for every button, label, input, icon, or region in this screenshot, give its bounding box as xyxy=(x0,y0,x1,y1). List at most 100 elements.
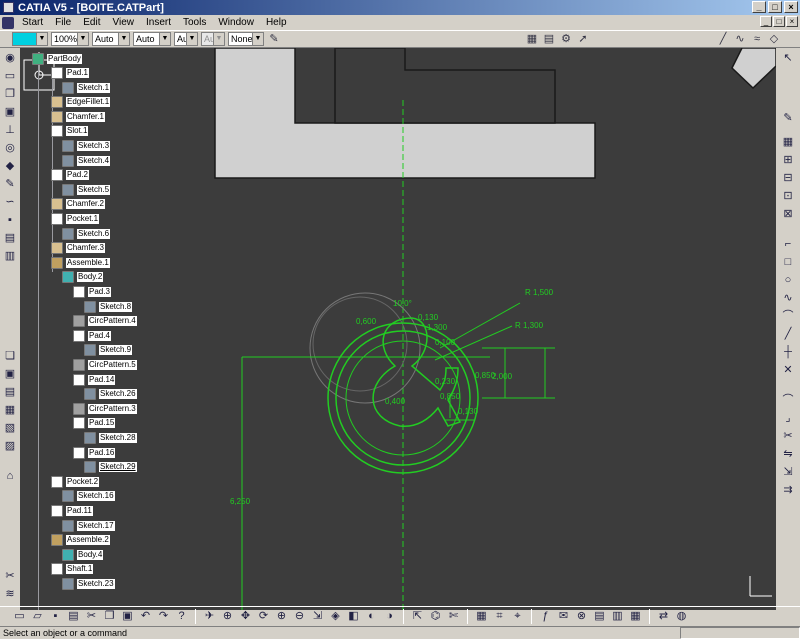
print-icon[interactable]: ▤ xyxy=(2,230,18,246)
cube-icon[interactable]: ◆ xyxy=(2,158,18,174)
tree-item[interactable]: Pad.4 xyxy=(73,329,111,343)
swap-space-icon[interactable]: ◑ xyxy=(382,609,397,624)
wave-tool-icon[interactable]: ≈ xyxy=(750,32,764,46)
tree-item[interactable]: Sketch.1 xyxy=(62,81,111,95)
menu-insert[interactable]: Insert xyxy=(140,17,177,28)
tree-item[interactable]: Pad.11 xyxy=(51,504,93,518)
tree-item[interactable]: Pocket.1 xyxy=(51,212,100,226)
constraint-icon[interactable]: ⊡ xyxy=(780,188,796,204)
calculator-icon[interactable]: ▨ xyxy=(2,438,18,454)
tree-item[interactable]: Pad.15 xyxy=(73,416,116,430)
construction-icon[interactable]: ⊟ xyxy=(780,170,796,186)
dim-d12[interactable]: 0,850 xyxy=(440,392,461,401)
iso-view-icon[interactable]: ◈ xyxy=(328,609,343,624)
maximize-button[interactable]: □ xyxy=(768,1,782,13)
linetype-combo[interactable]: Auto ▼ xyxy=(92,32,130,46)
table-tool-icon[interactable]: ▤ xyxy=(2,384,18,400)
tree-item[interactable]: Sketch.16 xyxy=(62,489,115,503)
axis-line-icon[interactable]: ┼ xyxy=(780,344,796,360)
dim-d9[interactable]: 0,100 xyxy=(435,338,456,347)
tree-item[interactable]: Chamfer.3 xyxy=(51,241,105,255)
grid-icon[interactable]: ▦ xyxy=(525,32,539,46)
compass-tool-icon[interactable]: ⇄ xyxy=(656,609,671,624)
arrow-tool-icon[interactable]: ➚ xyxy=(576,32,590,46)
copy-tool-icon[interactable]: ❏ xyxy=(2,348,18,364)
fly-mode-icon[interactable]: ✈ xyxy=(202,609,217,624)
line-tool-icon[interactable]: ╱ xyxy=(716,32,730,46)
offset-icon[interactable]: ⇉ xyxy=(780,482,796,498)
curve-tool-icon[interactable]: ∿ xyxy=(733,32,747,46)
tree-item[interactable]: Sketch.3 xyxy=(62,139,111,153)
pan-icon[interactable]: ✥ xyxy=(238,609,253,624)
tree-item[interactable]: Shaft.1 xyxy=(51,562,94,576)
print-file-icon[interactable]: ▤ xyxy=(66,609,81,624)
sketch-tools-icon[interactable]: ⚙ xyxy=(559,32,573,46)
formula-icon[interactable]: ƒ xyxy=(538,609,553,624)
zoom-in-icon[interactable]: ⊕ xyxy=(274,609,289,624)
dim-d3[interactable]: 6,250 xyxy=(230,497,251,506)
tree-item[interactable]: EdgeFillet.1 xyxy=(51,95,111,109)
comment-icon[interactable]: ✉ xyxy=(556,609,571,624)
rule-icon[interactable]: ⊗ xyxy=(574,609,589,624)
paint-brush-icon[interactable]: ✎ xyxy=(267,32,281,46)
library-icon[interactable]: ▥ xyxy=(2,248,18,264)
zoom-combo[interactable]: 100% ▼ xyxy=(51,32,89,46)
rotate-icon[interactable]: ⟳ xyxy=(256,609,271,624)
eraser-icon[interactable]: ◇ xyxy=(767,32,781,46)
pen-icon[interactable]: ✎ xyxy=(2,176,18,192)
menu-help[interactable]: Help xyxy=(260,17,293,28)
hide-show-icon[interactable]: ◐ xyxy=(364,609,379,624)
project-icon[interactable]: ⇲ xyxy=(780,464,796,480)
tree-item[interactable]: Pad.16 xyxy=(73,446,116,460)
pencil-icon[interactable]: ✎ xyxy=(780,110,796,126)
measure-icon[interactable]: ▭ xyxy=(2,68,18,84)
undo-icon[interactable]: ↶ xyxy=(138,609,153,624)
construction-element-icon[interactable]: ▦ xyxy=(474,609,489,624)
menu-file[interactable]: File xyxy=(49,17,77,28)
cut-icon[interactable]: ✂ xyxy=(84,609,99,624)
tree-item[interactable]: CircPattern.4 xyxy=(73,314,137,328)
profile-icon[interactable]: ⌐ xyxy=(780,236,796,252)
tree-item[interactable]: CircPattern.5 xyxy=(73,358,137,372)
copy-icon[interactable]: ❐ xyxy=(2,86,18,102)
design-table-icon[interactable]: ▥ xyxy=(610,609,625,624)
tree-item[interactable]: Sketch.4 xyxy=(62,154,111,168)
new-file-icon[interactable]: ▭ xyxy=(12,609,27,624)
spline-icon[interactable]: ∿ xyxy=(780,290,796,306)
minimize-button[interactable]: _ xyxy=(752,1,766,13)
tree-item[interactable]: Sketch.9 xyxy=(84,343,133,357)
folder-icon[interactable]: ▧ xyxy=(2,420,18,436)
hole-icon[interactable]: ◎ xyxy=(2,140,18,156)
mouse-icon[interactable]: ◍ xyxy=(674,609,689,624)
cut-part-icon[interactable]: ✄ xyxy=(446,609,461,624)
shading-icon[interactable]: ◧ xyxy=(346,609,361,624)
tree-item[interactable]: Body.4 xyxy=(62,548,104,562)
trim-icon[interactable]: ✂ xyxy=(780,428,796,444)
tree-item[interactable]: Body.2 xyxy=(62,270,104,284)
menu-start[interactable]: Start xyxy=(16,17,49,28)
dim-d7[interactable]: 0,600 xyxy=(356,317,377,326)
report-icon[interactable]: ▦ xyxy=(2,402,18,418)
dim-r-inner[interactable]: R 1,300 xyxy=(515,321,544,330)
chamfer-tool-icon[interactable]: ⌟ xyxy=(780,410,796,426)
dim-d8[interactable]: 0,130 xyxy=(418,313,439,322)
tree-item[interactable]: Sketch.8 xyxy=(84,300,133,314)
sketch-analysis-icon[interactable]: ⌬ xyxy=(428,609,443,624)
sketcher-grid-icon[interactable]: ▦ xyxy=(780,134,796,150)
menu-tools[interactable]: Tools xyxy=(177,17,212,28)
doc-maximize-button[interactable]: □ xyxy=(773,16,785,27)
scissors-icon[interactable]: ✂ xyxy=(2,568,18,584)
tree-item[interactable]: Slot.1 xyxy=(51,124,89,138)
close-button[interactable]: × xyxy=(784,1,798,13)
tree-item[interactable]: Pad.3 xyxy=(73,285,111,299)
line-icon[interactable]: ╱ xyxy=(780,326,796,342)
dimensional-constraint-icon[interactable]: ⌖ xyxy=(510,609,525,624)
dim-d5[interactable]: 1,300 xyxy=(427,323,448,332)
tree-item[interactable]: Sketch.17 xyxy=(62,519,115,533)
menu-window[interactable]: Window xyxy=(212,17,260,28)
paste-file-icon[interactable]: ▣ xyxy=(120,609,135,624)
catalog-icon[interactable]: ▦ xyxy=(628,609,643,624)
doc-minimize-button[interactable]: _ xyxy=(760,16,772,27)
command-input[interactable] xyxy=(680,627,800,639)
open-file-icon[interactable]: ▱ xyxy=(30,609,45,624)
